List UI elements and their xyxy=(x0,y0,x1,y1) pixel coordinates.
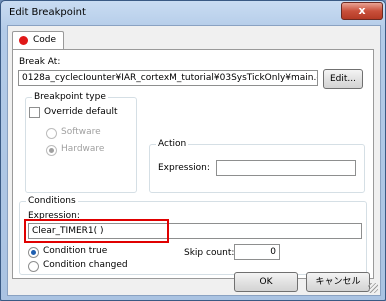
hardware-label: Hardware xyxy=(61,144,105,154)
ok-button[interactable]: OK xyxy=(234,272,298,292)
software-radio[interactable] xyxy=(46,128,57,139)
condition-changed-label: Condition changed xyxy=(43,260,128,270)
close-button[interactable]: x xyxy=(341,2,383,20)
title-bar[interactable]: Edit Breakpoint x xyxy=(1,1,385,25)
override-default-label: Override default xyxy=(44,107,118,117)
condition-true-radio[interactable] xyxy=(28,247,39,258)
override-default-checkbox[interactable] xyxy=(29,107,40,118)
code-tab-panel: Break At: 0128a_cyclecIounter¥IAR_cortex… xyxy=(12,49,374,279)
breakpoint-dot-icon xyxy=(19,36,28,45)
action-group: Action Expression: xyxy=(149,139,365,193)
tab-code-label: Code xyxy=(33,35,57,45)
breakpoint-type-title: Breakpoint type xyxy=(32,92,108,102)
dialog-client-area: Code Break At: 0128a_cyclecIounter¥IAR_c… xyxy=(7,25,381,296)
tab-code[interactable]: Code xyxy=(12,31,64,50)
action-expression-label: Expression: xyxy=(158,163,210,173)
close-icon: x xyxy=(358,4,366,17)
break-at-label: Break At: xyxy=(19,57,61,67)
resize-grip[interactable] xyxy=(368,283,378,293)
skip-count-label: Skip count: xyxy=(184,248,235,258)
annotation-highlight-box xyxy=(24,219,169,243)
break-at-field[interactable]: 0128a_cyclecIounter¥IAR_cortexM_tutorial… xyxy=(18,70,318,86)
software-label: Software xyxy=(61,127,101,137)
action-expression-input[interactable] xyxy=(216,160,356,176)
breakpoint-type-group: Breakpoint type Override default Softwar… xyxy=(25,92,137,193)
condition-changed-radio[interactable] xyxy=(28,261,39,272)
window-title: Edit Breakpoint xyxy=(9,7,86,18)
cancel-button[interactable]: キャンセル xyxy=(306,272,370,292)
hardware-radio[interactable] xyxy=(46,145,57,156)
conditions-title: Conditions xyxy=(26,196,78,206)
edit-breakpoint-dialog: Edit Breakpoint x Code Break At: 0128a_c… xyxy=(0,0,386,301)
condition-true-label: Condition true xyxy=(43,246,108,256)
skip-count-input[interactable]: 0 xyxy=(234,244,280,260)
action-title: Action xyxy=(156,139,189,149)
edit-location-button[interactable]: Edit... xyxy=(323,69,363,89)
